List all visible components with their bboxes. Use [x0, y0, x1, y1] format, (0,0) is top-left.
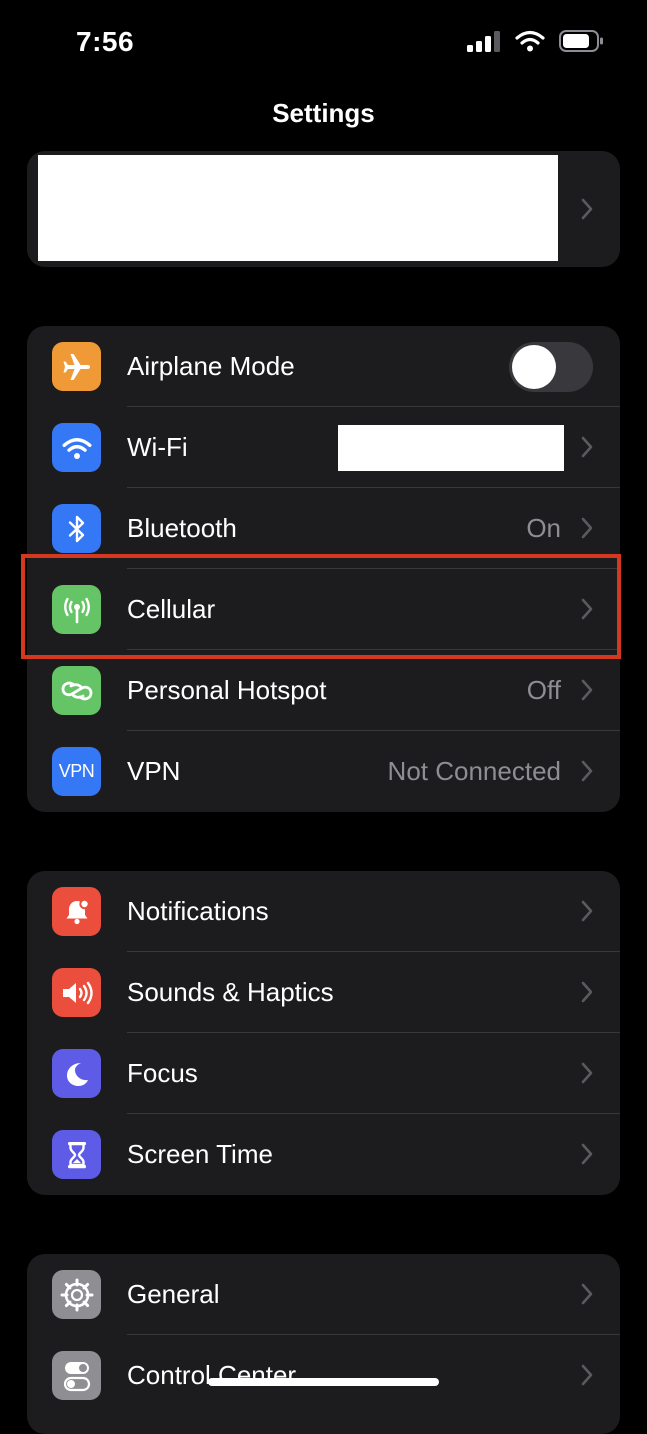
row-notifications[interactable]: Notifications: [27, 871, 620, 952]
hourglass-icon: [52, 1130, 101, 1179]
chevron-right-icon: [581, 1143, 593, 1165]
chevron-right-icon: [581, 760, 593, 782]
speaker-icon: [52, 968, 101, 1017]
chevron-right-icon: [581, 981, 593, 1003]
row-wifi[interactable]: Wi-Fi: [27, 407, 620, 488]
chevron-right-icon: [581, 436, 593, 458]
chevron-right-icon: [581, 1364, 593, 1386]
screen-time-label: Screen Time: [127, 1139, 273, 1169]
redacted-wifi-network: [338, 425, 564, 471]
bluetooth-icon: [52, 504, 101, 553]
hotspot-link-icon: [52, 666, 101, 715]
general-label: General: [127, 1279, 220, 1309]
status-icons: [467, 30, 605, 52]
vpn-value: Not Connected: [387, 756, 561, 786]
control-center-label: Control Center: [127, 1360, 297, 1390]
wifi-status-icon: [515, 30, 545, 52]
row-general[interactable]: General: [27, 1254, 620, 1335]
toggle-knob: [512, 345, 556, 389]
vpn-icon-text: VPN: [58, 761, 95, 781]
chevron-right-icon: [581, 1283, 593, 1305]
row-personal-hotspot[interactable]: Personal Hotspot Off: [27, 650, 620, 731]
chevron-right-icon: [581, 900, 593, 922]
row-screen-time[interactable]: Screen Time: [27, 1114, 620, 1195]
focus-label: Focus: [127, 1058, 198, 1088]
personal-hotspot-value: Off: [526, 675, 561, 705]
row-control-center[interactable]: Control Center: [27, 1335, 620, 1416]
notifications-label: Notifications: [127, 896, 269, 926]
chevron-right-icon: [581, 198, 593, 220]
airplane-mode-label: Airplane Mode: [127, 351, 295, 381]
row-vpn[interactable]: VPN VPN Not Connected: [27, 731, 620, 812]
notifications-group: Notifications Sounds & Haptics Focus Scr…: [27, 871, 620, 1195]
chevron-right-icon: [581, 517, 593, 539]
home-indicator[interactable]: [208, 1378, 439, 1386]
redacted-profile-info: [38, 155, 558, 261]
wifi-label: Wi-Fi: [127, 432, 188, 462]
personal-hotspot-label: Personal Hotspot: [127, 675, 327, 705]
moon-icon: [52, 1049, 101, 1098]
row-airplane-mode[interactable]: Airplane Mode: [27, 326, 620, 407]
vpn-label: VPN: [127, 756, 181, 786]
profile-card[interactable]: [27, 151, 620, 267]
airplane-icon: [52, 342, 101, 391]
chevron-right-icon: [581, 679, 593, 701]
gear-icon: [52, 1270, 101, 1319]
vpn-icon: VPN: [52, 747, 101, 796]
wifi-icon: [52, 423, 101, 472]
cellular-highlight-box: [21, 554, 621, 659]
toggles-icon: [52, 1351, 101, 1400]
notification-bell-icon: [52, 887, 101, 936]
general-group: General Control Center: [27, 1254, 620, 1434]
status-time: 7:56: [76, 26, 135, 57]
chevron-right-icon: [581, 1062, 593, 1084]
airplane-mode-toggle[interactable]: [509, 342, 593, 392]
row-focus[interactable]: Focus: [27, 1033, 620, 1114]
sounds-haptics-label: Sounds & Haptics: [127, 977, 334, 1007]
page-title: Settings: [272, 98, 375, 128]
cellular-signal-icon: [467, 31, 500, 52]
battery-icon: [559, 30, 603, 52]
row-sounds-haptics[interactable]: Sounds & Haptics: [27, 952, 620, 1033]
status-bar: 7:56: [0, 0, 647, 90]
